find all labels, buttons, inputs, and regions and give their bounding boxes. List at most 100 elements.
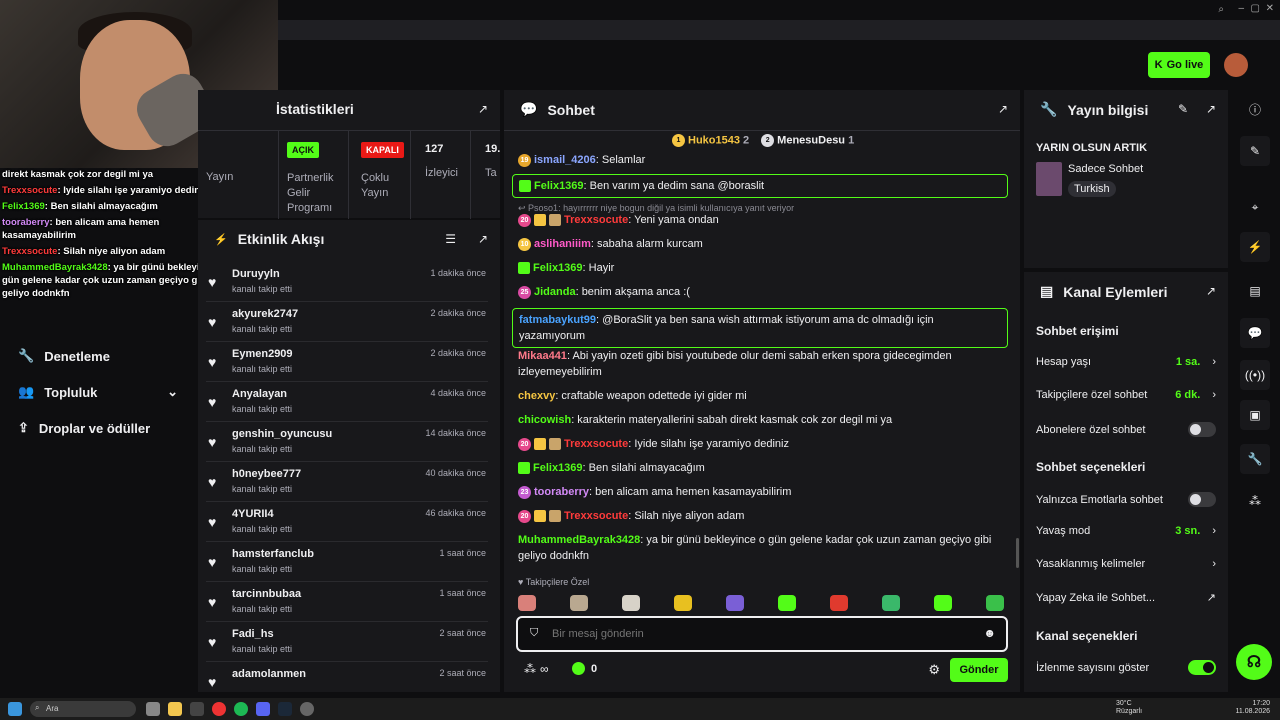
chat-username[interactable]: ismail_4206 xyxy=(534,154,596,166)
activity-row[interactable]: ♥ tarcinnbubaa kanalı takip etti 1 saat önc… xyxy=(206,582,488,622)
chat-username[interactable]: Trexxsocute xyxy=(564,214,628,226)
info-icon[interactable]: ⓘ xyxy=(1240,94,1270,124)
expand-icon[interactable]: ↗ xyxy=(478,232,488,246)
emote-icon[interactable] xyxy=(570,595,588,611)
gifter-2[interactable]: 2 MenesuDesu 1 xyxy=(761,134,854,147)
expand-icon[interactable]: ↗ xyxy=(1206,102,1216,116)
slow-mode-row[interactable]: Yavaş mod 3 sn. › xyxy=(1036,525,1216,537)
close-icon[interactable]: ✕ xyxy=(1266,3,1274,14)
chat-username[interactable]: Felix1369 xyxy=(534,180,584,192)
stream-category[interactable]: Sadece Sohbet xyxy=(1068,163,1143,175)
chat-message[interactable]: Felix1369: Ben silahi almayacağım xyxy=(518,460,1008,476)
gifter-1[interactable]: 1 Huko1543 2 xyxy=(672,134,749,147)
chat-username[interactable]: Felix1369 xyxy=(533,262,583,274)
chat-message[interactable]: chicowish: karakterin materyallerini sab… xyxy=(518,412,1008,428)
chat-username[interactable]: tooraberry xyxy=(534,486,589,498)
chat-message[interactable]: fatmabaykut99: @BoraSlit ya ben sana wis… xyxy=(512,308,1008,348)
bolt-icon[interactable]: ⚡ xyxy=(1240,232,1270,262)
chat-username[interactable]: aslihaniiim xyxy=(534,238,591,250)
chat-username[interactable]: chexvy xyxy=(518,390,555,402)
chat-message[interactable]: MuhammedBayrak3428: ya bir günü bekleyin… xyxy=(518,532,1008,564)
emote-icon[interactable] xyxy=(882,595,900,611)
emote-only-toggle[interactable] xyxy=(1188,492,1216,507)
chat-message[interactable]: Felix1369: Hayir xyxy=(518,260,1008,276)
activity-row[interactable]: ♥ Fadi_hs kanalı takip etti 2 saat önce xyxy=(206,622,488,662)
search-icon[interactable]: ⌕ xyxy=(1218,4,1224,15)
filter-icon[interactable]: ☰ xyxy=(445,232,456,246)
chat-message[interactable]: 23 tooraberry: ben alicam ama hemen kasam… xyxy=(518,484,1008,500)
minimize-icon[interactable]: – xyxy=(1238,3,1244,14)
chat-input-box[interactable]: ⛉ ☻ xyxy=(516,616,1008,652)
points-icon[interactable]: ⁂ xyxy=(1240,486,1270,516)
chat-scrollbar[interactable] xyxy=(1016,538,1019,568)
send-button[interactable]: Gönder xyxy=(950,658,1008,682)
expand-icon[interactable]: ↗ xyxy=(478,102,488,116)
steam-icon[interactable] xyxy=(278,702,292,716)
chat-icon[interactable]: 💬 xyxy=(1240,318,1270,348)
layout-icon[interactable]: ▣ xyxy=(1240,400,1270,430)
emoji-icon[interactable]: ☻ xyxy=(983,626,996,640)
chat-message[interactable]: 25 Jidanda: benim akşama anca :( xyxy=(518,284,1008,300)
ai-chat-row[interactable]: Yapay Zeka ile Sohbet... ↗ xyxy=(1036,591,1216,605)
activity-row[interactable]: ♥ h0neybee777 kanalı takip etti 40 dakika ö… xyxy=(206,462,488,502)
category-thumbnail[interactable] xyxy=(1036,162,1062,196)
chat-message[interactable]: Mikaa441: Abi yayin ozeti gibi bisi yout… xyxy=(518,348,1008,380)
address-bar[interactable] xyxy=(270,20,1280,40)
opera-icon[interactable] xyxy=(212,702,226,716)
chat-message[interactable]: 19 ismail_4206: Selamlar xyxy=(518,152,1008,168)
activity-row[interactable]: ♥ hamsterfanclub kanalı takip etti 1 saat ö… xyxy=(206,542,488,582)
view-count-toggle[interactable] xyxy=(1188,660,1216,675)
sidebar-item-droplar[interactable]: ⇪ Droplar ve ödüller xyxy=(18,420,150,436)
obs-icon[interactable] xyxy=(300,702,314,716)
file-explorer-icon[interactable] xyxy=(168,702,182,716)
windows-start-icon[interactable] xyxy=(8,702,22,716)
task-view-icon[interactable] xyxy=(146,702,160,716)
spotify-icon[interactable] xyxy=(234,702,248,716)
settings-gear-icon[interactable]: ⚙ xyxy=(928,662,940,678)
chat-message[interactable]: 20 Trexxsocute: Silah niye aliyon adam xyxy=(518,508,1008,524)
activity-row[interactable]: ♥ adamolanmen 2 saat önce xyxy=(206,662,488,702)
chat-username[interactable]: Felix1369 xyxy=(533,462,583,474)
chat-message[interactable]: 10 aslihaniiim: sabaha alarm kurcam xyxy=(518,236,1008,252)
chat-input[interactable] xyxy=(552,624,972,644)
expand-icon[interactable]: ↗ xyxy=(998,102,1008,116)
emote-icon[interactable] xyxy=(986,595,1004,611)
activity-row[interactable]: ♥ Duruyyln kanalı takip etti 1 dakika önce xyxy=(206,262,488,302)
activity-row[interactable]: ♥ Anyalayan kanalı takip etti 4 dakika önce xyxy=(206,382,488,422)
taskbar-search[interactable]: ⌕ Ara xyxy=(30,701,136,717)
channel-points[interactable]: ⁂ ∞ xyxy=(524,662,549,676)
user-avatar[interactable] xyxy=(1224,53,1248,77)
wrench-icon[interactable]: 🔧 xyxy=(1240,444,1270,474)
activity-row[interactable]: ♥ akyurek2747 kanalı takip etti 2 dakika ön… xyxy=(206,302,488,342)
clip-icon[interactable]: ⌖ xyxy=(1240,192,1270,222)
followers-only-row[interactable]: Takipçilere özel sohbet 6 dk. › xyxy=(1036,389,1216,401)
sidebar-item-topluluk[interactable]: 👥 Topluluk ⌄ xyxy=(18,384,178,400)
discord-icon[interactable] xyxy=(256,702,270,716)
emote-icon[interactable] xyxy=(726,595,744,611)
chat-message[interactable]: chexvy: craftable weapon odettede iyi gi… xyxy=(518,388,1008,404)
document-icon[interactable]: ▤ xyxy=(1240,276,1270,306)
emote-icon[interactable] xyxy=(830,595,848,611)
chat-username[interactable]: chicowish xyxy=(518,414,571,426)
emote-icon[interactable] xyxy=(622,595,640,611)
emote-icon[interactable] xyxy=(934,595,952,611)
emote-icon[interactable] xyxy=(674,595,692,611)
emote-icon[interactable] xyxy=(778,595,796,611)
emote-icon[interactable] xyxy=(518,595,536,611)
banned-words-row[interactable]: Yasaklanmış kelimeler › xyxy=(1036,558,1216,570)
chat-username[interactable]: Trexxsocute xyxy=(564,438,628,450)
activity-row[interactable]: ♥ Eymen2909 kanalı takip etti 2 dakika önce xyxy=(206,342,488,382)
subs-only-toggle[interactable] xyxy=(1188,422,1216,437)
support-headset-icon[interactable]: ☊ xyxy=(1236,644,1272,680)
broadcast-icon[interactable]: ((•)) xyxy=(1240,360,1270,390)
chat-username[interactable]: Trexxsocute xyxy=(564,510,628,522)
weather-widget[interactable]: 30°C Rüzgarlı xyxy=(1116,700,1142,716)
chat-username[interactable]: Mikaa441 xyxy=(518,350,567,362)
activity-row[interactable]: ♥ genshin_oyuncusu kanalı takip etti 14 dak… xyxy=(206,422,488,462)
chat-username[interactable]: Jidanda xyxy=(534,286,576,298)
account-age-row[interactable]: Hesap yaşı 1 sa. › xyxy=(1036,356,1216,368)
chat-message[interactable]: 20 Trexxsocute: Iyide silahı işe yaramiyo… xyxy=(518,436,1008,452)
sidebar-item-denetleme[interactable]: 🔧 Denetleme xyxy=(18,348,110,364)
chat-username[interactable]: fatmabaykut99 xyxy=(519,314,596,326)
activity-row[interactable]: ♥ 4YURII4 kanalı takip etti 46 dakika önce xyxy=(206,502,488,542)
